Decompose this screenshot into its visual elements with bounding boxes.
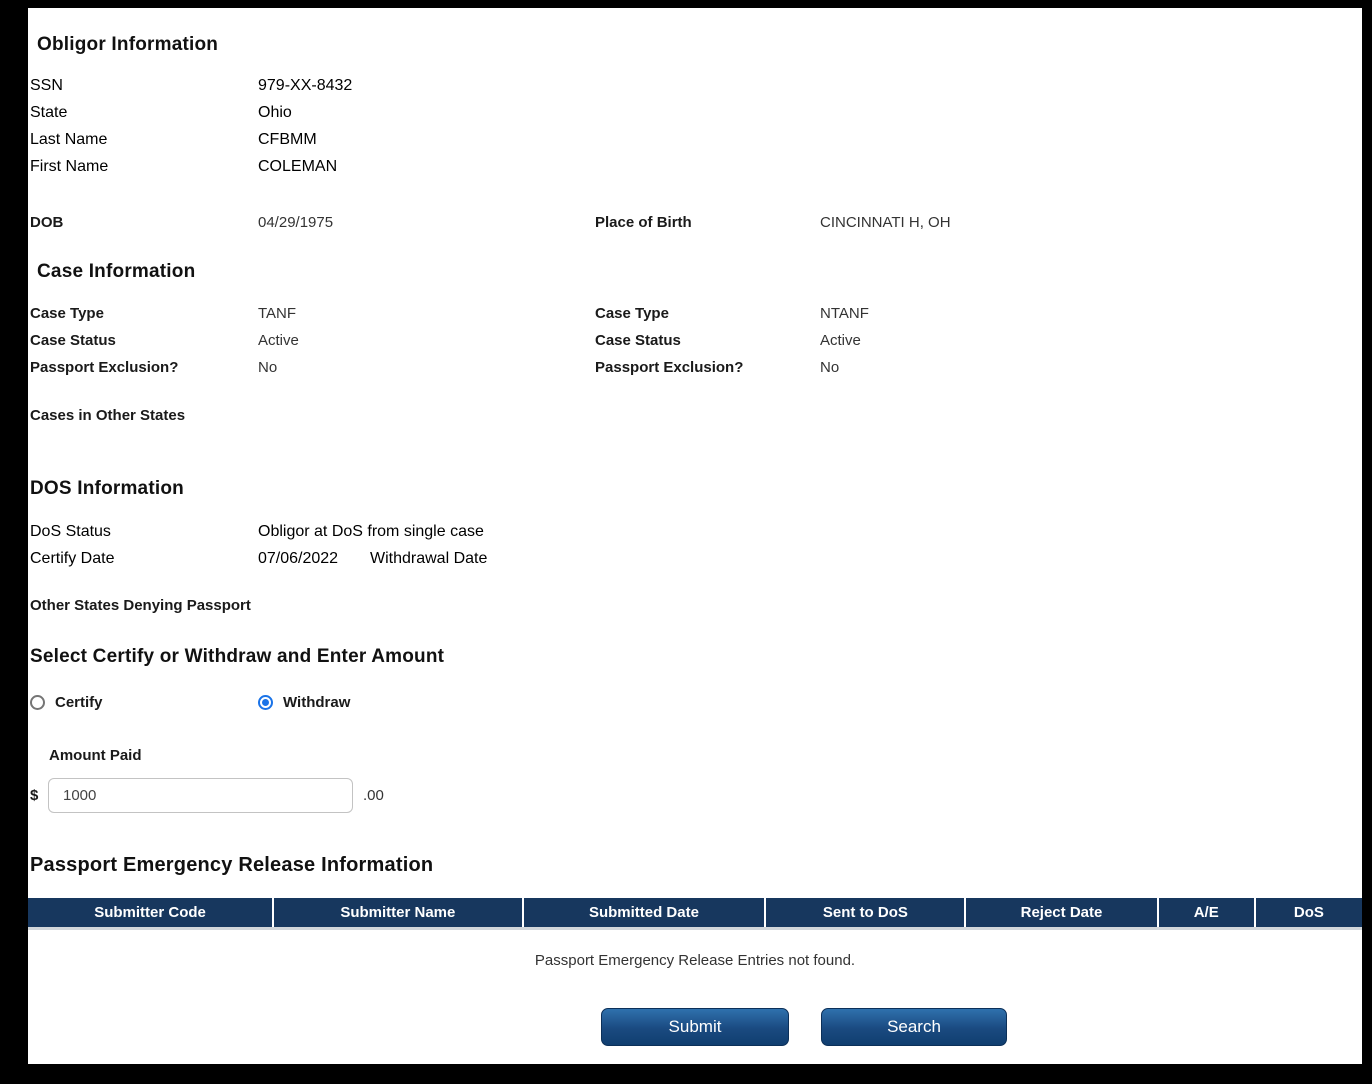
column-header-submitter-code: Submitter Code	[94, 904, 206, 921]
case-type-left-label: Case Type	[30, 305, 104, 322]
case-status-right-label: Case Status	[595, 332, 681, 349]
column-header-ae: A/E	[1156, 898, 1254, 927]
field-row-state: State Ohio	[28, 99, 1362, 126]
certify-radio-option[interactable]: Certify	[30, 694, 103, 712]
amount-paid-input[interactable]	[48, 778, 353, 813]
column-header-submitter-name: Submitter Name	[272, 898, 521, 927]
column-header-reject-date: Reject Date	[964, 898, 1156, 927]
passport-exclusion-left-label: Passport Exclusion?	[30, 359, 179, 376]
other-states-denying-passport-label: Other States Denying Passport	[30, 597, 251, 614]
case-rows: Case Type TANF Case Type NTANF Case Stat…	[28, 300, 1362, 381]
ssn-value: 979-XX-8432	[258, 76, 353, 94]
dob-label: DOB	[30, 214, 64, 231]
passport-exclusion-left-value: No	[258, 359, 278, 376]
certify-date-value: 07/06/2022	[258, 549, 339, 567]
submit-button[interactable]: Submit	[601, 1008, 789, 1046]
passport-emergency-release-heading: Passport Emergency Release Information	[30, 854, 434, 876]
dos-status-label: DoS Status	[30, 522, 111, 540]
field-row-ssn: SSN 979-XX-8432	[28, 72, 1362, 99]
certify-date-label: Certify Date	[30, 549, 115, 567]
case-row-type: Case Type TANF Case Type NTANF	[28, 300, 1362, 327]
withdrawal-date-label: Withdrawal Date	[370, 549, 488, 567]
case-status-left-label: Case Status	[30, 332, 116, 349]
first-name-value: COLEMAN	[258, 157, 338, 175]
obligor-fields: SSN 979-XX-8432 State Ohio Last Name CFB…	[28, 72, 1362, 180]
last-name-value: CFBMM	[258, 130, 317, 148]
dob-row: DOB 04/29/1975 Place of Birth CINCINNATI…	[28, 209, 1362, 236]
ssn-label: SSN	[30, 76, 63, 94]
field-row-first-name: First Name COLEMAN	[28, 153, 1362, 180]
dob-value: 04/29/1975	[258, 214, 334, 231]
column-header-dos: DoS	[1253, 898, 1362, 927]
emergency-release-empty-message: Passport Emergency Release Entries not f…	[534, 952, 856, 969]
dos-status-value: Obligor at DoS from single case	[258, 522, 484, 540]
certify-radio[interactable]	[30, 695, 45, 711]
case-row-status: Case Status Active Case Status Active	[28, 327, 1362, 354]
dos-information-heading: DOS Information	[30, 478, 184, 499]
amount-paid-label: Amount Paid	[49, 747, 142, 764]
case-status-right-value: Active	[820, 332, 861, 349]
column-header-submitted-date: Submitted Date	[521, 898, 765, 927]
case-type-right-value: NTANF	[820, 305, 869, 322]
state-value: Ohio	[258, 103, 292, 121]
case-type-left-value: TANF	[258, 305, 297, 322]
first-name-label: First Name	[30, 157, 109, 175]
withdraw-radio[interactable]	[258, 695, 273, 711]
place-of-birth-label: Place of Birth	[595, 214, 692, 231]
action-button-row: Submit Search	[28, 1008, 1362, 1046]
case-status-left-value: Active	[258, 332, 299, 349]
amount-row: $ .00	[28, 778, 1362, 814]
state-label: State	[30, 103, 68, 121]
certify-withdraw-heading: Select Certify or Withdraw and Enter Amo…	[30, 646, 445, 667]
obligor-information-heading: Obligor Information	[37, 34, 219, 55]
dos-rows: DoS Status Obligor at DoS from single ca…	[28, 518, 1362, 572]
case-type-right-label: Case Type	[595, 305, 669, 322]
case-row-passport-exclusion: Passport Exclusion? No Passport Exclusio…	[28, 354, 1362, 381]
cases-in-other-states-label: Cases in Other States	[30, 407, 186, 424]
cents-suffix-label: .00	[363, 787, 384, 804]
withdraw-radio-option[interactable]: Withdraw	[258, 694, 350, 712]
certify-withdraw-radio-group: Certify Withdraw	[28, 690, 1362, 717]
certify-radio-label: Certify	[55, 694, 103, 712]
column-header-sent-to-dos: Sent to DoS	[764, 898, 964, 927]
field-row-last-name: Last Name CFBMM	[28, 126, 1362, 153]
dos-status-row: DoS Status Obligor at DoS from single ca…	[28, 518, 1362, 545]
passport-exclusion-right-value: No	[820, 359, 840, 376]
page-content: Obligor Information SSN 979-XX-8432 Stat…	[28, 8, 1362, 1064]
withdraw-radio-label: Withdraw	[283, 694, 351, 712]
place-of-birth-value: CINCINNATI H, OH	[820, 214, 951, 231]
dollar-sign-label: $	[30, 787, 39, 804]
search-button[interactable]: Search	[821, 1008, 1007, 1046]
certify-date-row: Certify Date 07/06/2022 Withdrawal Date	[28, 545, 1362, 572]
emergency-release-table-header: Submitter Code Submitter Name Submitted …	[28, 898, 1362, 930]
passport-exclusion-right-label: Passport Exclusion?	[595, 359, 744, 376]
case-information-heading: Case Information	[37, 261, 196, 282]
last-name-label: Last Name	[30, 130, 108, 148]
